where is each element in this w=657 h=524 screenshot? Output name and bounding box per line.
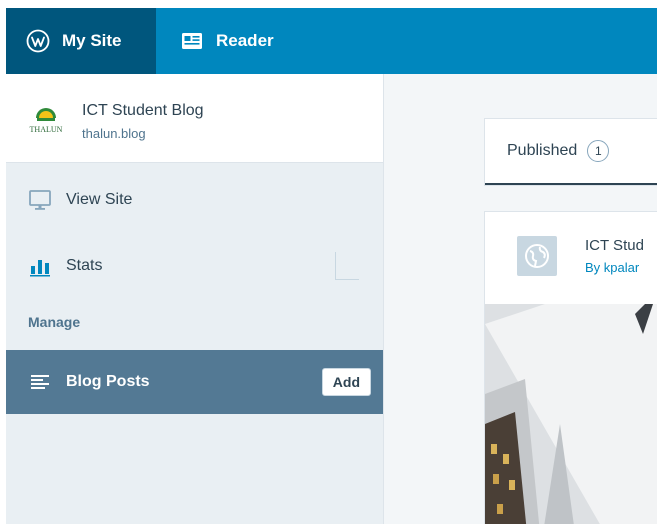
published-count-badge: 1 [587, 140, 610, 162]
site-card[interactable]: THALUN ICT Student Blog thalun.blog [6, 74, 383, 163]
reader-label: Reader [216, 31, 274, 50]
my-site-label: My Site [62, 31, 122, 50]
globe-icon [525, 244, 549, 268]
add-post-button[interactable]: Add [321, 368, 371, 396]
sidebar-item-stats[interactable]: Stats [6, 238, 383, 294]
site-domain: thalun.blog [82, 126, 146, 141]
masterbar: My Site Reader [6, 8, 657, 74]
app-frame: My Site Reader THALUN ICT Student Blog t… [6, 8, 657, 524]
stats-sparkline [335, 252, 359, 280]
post-featured-image [485, 304, 657, 524]
post-site-name: ICT Stud [585, 237, 644, 254]
tab-published[interactable]: Published 1 [485, 119, 657, 185]
manage-heading: Manage [28, 314, 81, 330]
sidebar-item-view-site[interactable]: View Site [6, 172, 383, 228]
sidebar-item-blog-posts[interactable]: Blog Posts Add [6, 350, 383, 414]
monitor-icon [28, 188, 52, 212]
stats-label: Stats [66, 257, 103, 274]
my-site-button[interactable]: My Site [6, 8, 156, 74]
reader-icon [180, 29, 204, 53]
wordpress-logo-icon [26, 29, 50, 53]
site-avatar [517, 236, 557, 276]
view-site-label: View Site [66, 191, 133, 208]
tab-published-label: Published [507, 142, 578, 159]
reader-button[interactable]: Reader [156, 8, 274, 74]
blog-posts-label: Blog Posts [66, 373, 150, 390]
post-status-tabs: Published 1 [484, 118, 657, 186]
post-card[interactable]: ICT Stud By kpalar [484, 211, 657, 524]
sidebar: THALUN ICT Student Blog thalun.blog View… [6, 74, 384, 524]
site-title: ICT Student Blog [82, 102, 204, 119]
site-logo-text: THALUN [30, 125, 63, 134]
stats-icon [28, 254, 52, 278]
site-logo: THALUN [28, 96, 64, 136]
posts-icon [28, 370, 52, 394]
post-author[interactable]: By kpalar [585, 260, 639, 275]
